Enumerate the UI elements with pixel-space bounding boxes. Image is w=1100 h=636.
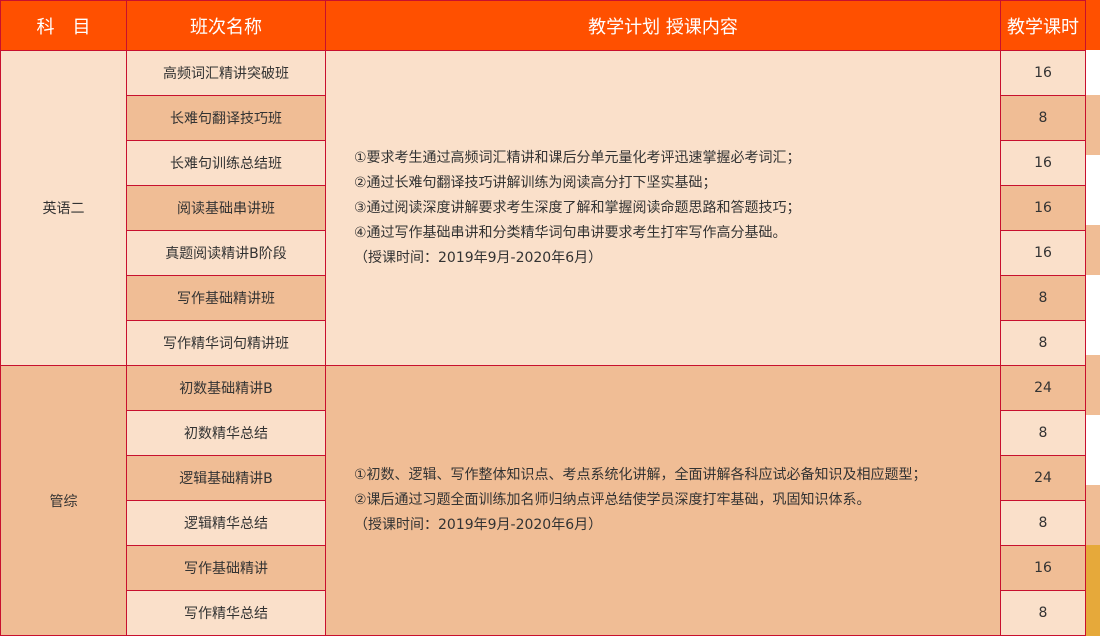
- edge-strip: [1085, 225, 1100, 275]
- table-header-row: 科 目 班次名称 教学计划 授课内容 教学课时: [0, 0, 1086, 51]
- header-hours: 教学课时: [1000, 0, 1086, 51]
- course-table: 科 目 班次名称 教学计划 授课内容 教学课时 英语二 高频词汇精讲突破班 ①要…: [0, 0, 1086, 636]
- edge-strip: [1085, 275, 1100, 355]
- edge-strip: [1085, 545, 1100, 636]
- class-name: 写作精华总结: [126, 590, 326, 636]
- class-name: 阅读基础串讲班: [126, 185, 326, 231]
- class-hours: 24: [1000, 365, 1086, 411]
- edge-strip: [1085, 0, 1100, 50]
- edge-strip: [1085, 415, 1100, 485]
- class-hours: 16: [1000, 50, 1086, 96]
- table-row: 管综 初数基础精讲B ①初数、逻辑、写作整体知识点、考点系统化讲解，全面讲解各科…: [0, 365, 1086, 636]
- plan-english: ①要求考生通过高频词汇精讲和课后分单元量化考评迅速掌握必考词汇； ②通过长难句翻…: [325, 50, 1001, 366]
- plan-line: ②通过长难句翻译技巧讲解训练为阅读高分打下坚实基础；: [354, 174, 717, 191]
- edge-strip: [1085, 355, 1100, 415]
- plan-management: ①初数、逻辑、写作整体知识点、考点系统化讲解，全面讲解各科应试必备知识及相应题型…: [325, 365, 1001, 636]
- plan-line: （授课时间：2019年9月-2020年6月）: [354, 517, 603, 533]
- class-name: 写作基础精讲: [126, 545, 326, 591]
- edge-strip: [1085, 95, 1100, 155]
- class-name: 长难句翻译技巧班: [126, 95, 326, 141]
- class-name: 写作基础精讲班: [126, 275, 326, 321]
- class-hours: 8: [1000, 410, 1086, 456]
- edge-strip: [1085, 485, 1100, 545]
- table-row: 英语二 高频词汇精讲突破班 ①要求考生通过高频词汇精讲和课后分单元量化考评迅速掌…: [0, 50, 1086, 366]
- class-name: 长难句训练总结班: [126, 140, 326, 186]
- plan-line: ①初数、逻辑、写作整体知识点、考点系统化讲解，全面讲解各科应试必备知识及相应题型…: [354, 467, 927, 483]
- class-name: 真题阅读精讲B阶段: [126, 230, 326, 276]
- class-name: 高频词汇精讲突破班: [126, 50, 326, 96]
- class-hours: 16: [1000, 545, 1086, 591]
- plan-line: （授课时间：2019年9月-2020年6月）: [354, 249, 603, 266]
- class-hours: 8: [1000, 590, 1086, 636]
- class-hours: 24: [1000, 455, 1086, 501]
- class-hours: 8: [1000, 95, 1086, 141]
- subject-management: 管综: [0, 365, 127, 636]
- class-name: 写作精华词句精讲班: [126, 320, 326, 366]
- class-name: 初数精华总结: [126, 410, 326, 456]
- class-name: 逻辑精华总结: [126, 500, 326, 546]
- class-hours: 8: [1000, 320, 1086, 366]
- class-name: 逻辑基础精讲B: [126, 455, 326, 501]
- plan-line: ①要求考生通过高频词汇精讲和课后分单元量化考评迅速掌握必考词汇；: [354, 149, 801, 166]
- edge-strip: [1085, 155, 1100, 225]
- header-class-name: 班次名称: [126, 0, 326, 51]
- class-hours: 16: [1000, 230, 1086, 276]
- class-hours: 16: [1000, 185, 1086, 231]
- class-name: 初数基础精讲B: [126, 365, 326, 411]
- header-subject: 科 目: [0, 0, 127, 51]
- plan-line: ②课后通过习题全面训练加名师归纳点评总结使学员深度打牢基础，巩固知识体系。: [354, 492, 871, 508]
- class-hours: 8: [1000, 275, 1086, 321]
- plan-line: ③通过阅读深度讲解要求考生深度了解和掌握阅读命题思路和答题技巧；: [354, 199, 801, 216]
- class-hours: 16: [1000, 140, 1086, 186]
- plan-line: ④通过写作基础串讲和分类精华词句串讲要求考生打牢写作高分基础。: [354, 224, 787, 241]
- course-schedule: 科 目 班次名称 教学计划 授课内容 教学课时 英语二 高频词汇精讲突破班 ①要…: [0, 0, 1100, 636]
- subject-english: 英语二: [0, 50, 127, 366]
- header-plan: 教学计划 授课内容: [325, 0, 1001, 51]
- class-hours: 8: [1000, 500, 1086, 546]
